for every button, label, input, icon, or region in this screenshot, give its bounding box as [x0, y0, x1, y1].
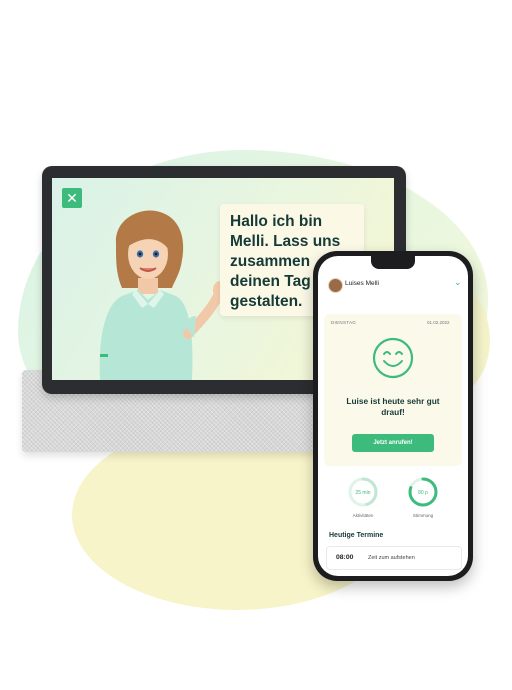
mood-status: Luise ist heute sehr gut drauf! — [346, 396, 440, 417]
appointment-time: 08:00 — [336, 554, 354, 561]
call-button[interactable]: Jetzt anrufen! — [352, 434, 434, 452]
day-label: DIENSTAG — [331, 320, 357, 325]
appointment-item[interactable]: 08:00 Zeit zum aufstehen — [326, 546, 462, 570]
metric-value: 80 p — [418, 490, 428, 496]
metric-label: Aktivitäten — [352, 513, 374, 518]
melli-avatar-illustration — [99, 210, 226, 380]
metric-label: Stimmung — [412, 513, 434, 518]
section-title: Heutige Termine — [329, 532, 384, 539]
metric-activities: 25 min Aktivitäten — [338, 476, 388, 526]
smiley-icon — [372, 337, 414, 379]
avatar — [328, 278, 343, 293]
phone-screen: Luises Melli ⌄ DIENSTAG 01.02.2022 Luise… — [318, 256, 468, 576]
progress-ring: 80 p — [408, 477, 438, 507]
progress-ring: 25 min — [348, 477, 378, 507]
appointment-text: Zeit zum aufstehen — [368, 554, 415, 561]
date-label: 01.02.2022 — [427, 320, 450, 325]
metric-mood: 80 p Stimmung — [398, 476, 448, 526]
mood-card: DIENSTAG 01.02.2022 Luise ist heute sehr… — [324, 314, 462, 466]
user-name: Luises Melli — [345, 280, 379, 287]
phone-notch — [371, 256, 415, 269]
chevron-down-icon[interactable]: ⌄ — [454, 277, 462, 288]
metric-value: 25 min — [355, 490, 370, 496]
phone-header[interactable]: Luises Melli ⌄ — [318, 274, 468, 294]
